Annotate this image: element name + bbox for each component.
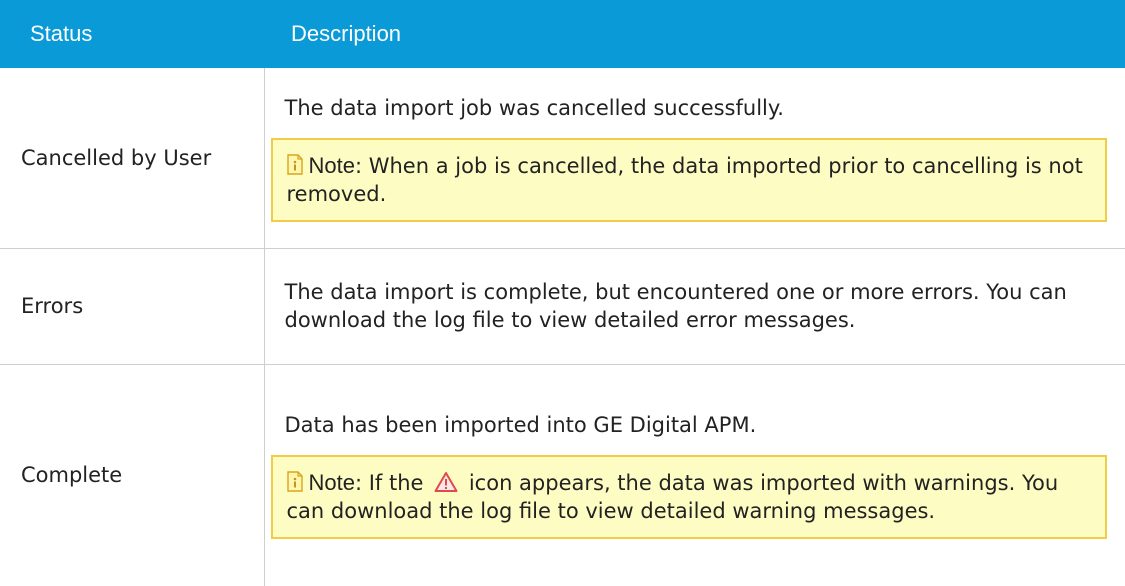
- note-box: Note: When a job is cancelled, the data …: [270, 137, 1107, 222]
- description-text: Data has been imported into GE Digital A…: [284, 413, 757, 438]
- description-cell: The data import is complete, but encount…: [264, 248, 1125, 365]
- status-cell: Complete: [0, 364, 265, 586]
- note-label: Note: [308, 152, 355, 178]
- status-column-header: Status: [0, 0, 264, 68]
- description-column-header: Description: [264, 0, 1125, 68]
- table-row: Cancelled by User The data import job wa…: [0, 68, 1125, 249]
- status-cell: Errors: [0, 248, 265, 365]
- status-table: Status Description Cancelled by User The…: [0, 0, 1125, 586]
- note-box: Note: If the icon appears, the data was …: [270, 455, 1107, 540]
- description-cell: The data import job was cancelled succes…: [264, 68, 1125, 249]
- description-text: The data import is complete, but encount…: [284, 280, 1067, 332]
- note-text: : If the: [354, 471, 424, 496]
- table-row: Errors The data import is complete, but …: [0, 248, 1125, 365]
- description-text: The data import job was cancelled succes…: [284, 95, 784, 120]
- description-cell: Data has been imported into GE Digital A…: [264, 364, 1125, 586]
- table-header-row: Status Description: [0, 0, 1125, 68]
- note-info-icon: [286, 471, 303, 492]
- note-label: Note: [308, 470, 355, 496]
- warning-icon: [434, 471, 458, 493]
- note-text: : When a job is cancelled, the data impo…: [286, 153, 1083, 206]
- status-cell: Cancelled by User: [0, 68, 265, 249]
- table-row: Complete Data has been imported into GE …: [0, 364, 1125, 586]
- note-info-icon: [286, 154, 303, 175]
